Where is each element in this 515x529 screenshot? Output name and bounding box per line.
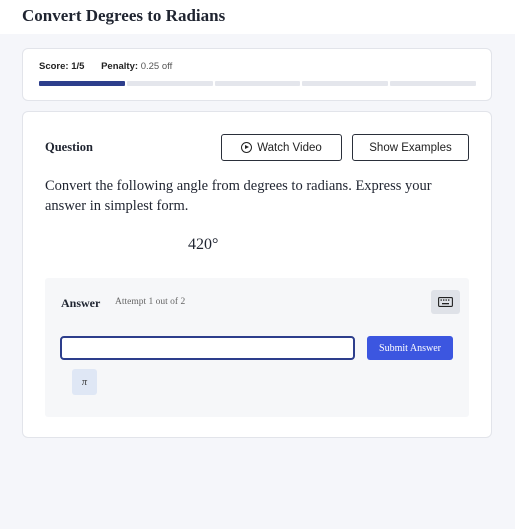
question-card: Question Watch Video Show Examples Conve…: [22, 111, 492, 438]
progress-segment-pending: [214, 81, 301, 86]
score-card: Score: 1/5 Penalty: 0.25 off: [22, 48, 492, 101]
pi-symbol-button[interactable]: π: [72, 369, 97, 395]
progress-segment-pending: [390, 81, 476, 86]
show-examples-button[interactable]: Show Examples: [352, 134, 469, 161]
penalty-value: 0.25 off: [140, 61, 173, 72]
question-text: Convert the following angle from degrees…: [45, 178, 432, 214]
score-row: Score: 1/5 Penalty: 0.25 off: [39, 61, 172, 72]
answer-panel: Answer Attempt 1 out of 2 Submit Answer …: [45, 278, 469, 417]
show-examples-label: Show Examples: [369, 141, 452, 154]
penalty-label-wrap: Penalty:: [101, 61, 138, 72]
question-label: Question: [45, 140, 93, 154]
page-title: Convert Degrees to Radians: [22, 6, 226, 25]
top-bar: Convert Degrees to Radians: [0, 0, 515, 34]
submit-answer-button[interactable]: Submit Answer: [367, 336, 453, 360]
score-label: Score:: [39, 61, 69, 72]
score-progress-bar: [39, 81, 476, 86]
answer-label: Answer: [61, 296, 101, 310]
question-expression: 420°: [188, 236, 219, 253]
progress-segment-complete: [39, 81, 125, 86]
progress-segment-pending: [302, 81, 389, 86]
score-value: 1/5: [71, 61, 85, 72]
progress-segment-pending: [126, 81, 213, 86]
watch-video-label: Watch Video: [257, 141, 322, 154]
keyboard-toggle-button[interactable]: [431, 290, 460, 314]
penalty-label: Penalty:: [101, 61, 139, 72]
answer-input[interactable]: [60, 336, 355, 360]
keyboard-icon: [438, 297, 453, 307]
attempt-counter: Attempt 1 out of 2: [115, 297, 186, 307]
play-circle-icon: [241, 142, 253, 153]
watch-video-button[interactable]: Watch Video: [221, 134, 342, 161]
